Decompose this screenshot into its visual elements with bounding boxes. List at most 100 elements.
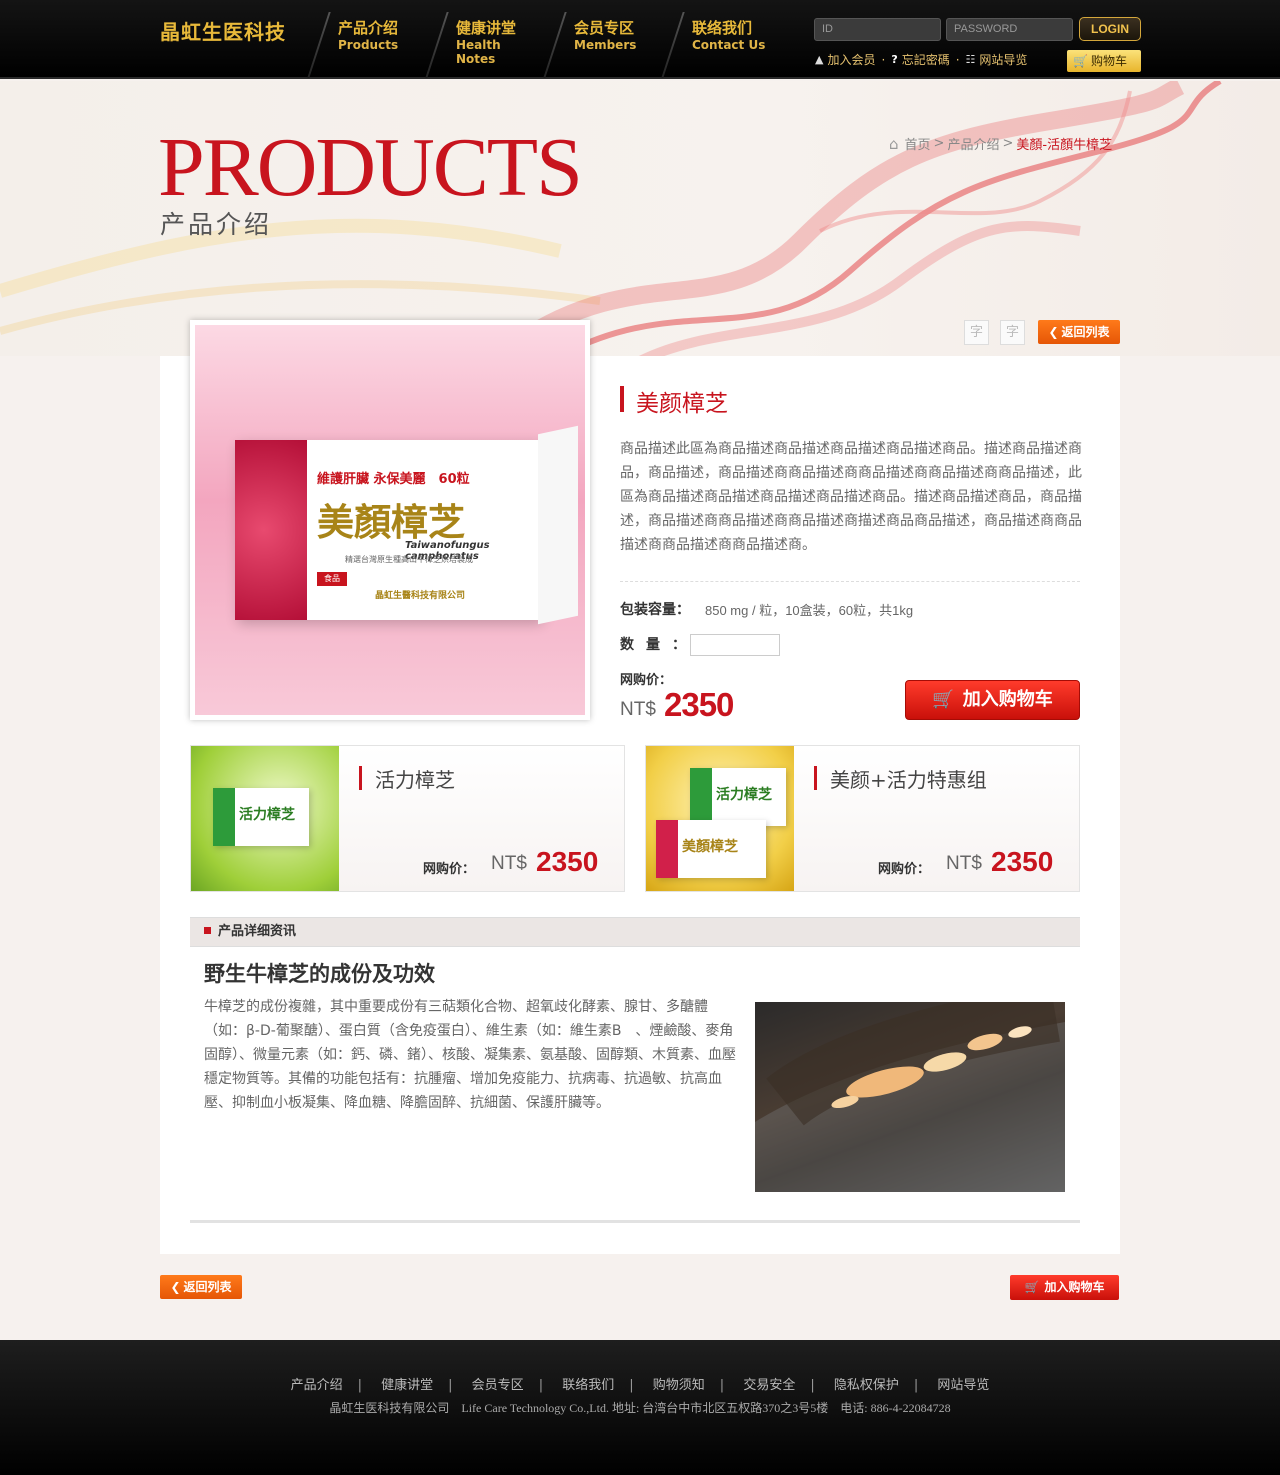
nav-item-contact[interactable]: 联络我们 Contact Us xyxy=(662,0,780,79)
sitemap-link[interactable]: ☷ 网站导览 xyxy=(966,51,1028,68)
price-currency: NT$ xyxy=(620,699,656,720)
quantity-label: 数量： xyxy=(620,637,698,653)
cart-label: 购物车 xyxy=(1090,54,1127,68)
page-banner: PRODUCTS 产品介绍 ⌂ 首页 > 产品介绍 > 美顏-活顏牛樟芝 xyxy=(0,81,1280,356)
footer-separator: | xyxy=(357,1378,362,1393)
page-subtitle: 产品介绍 xyxy=(160,210,273,239)
box-food-badge: 食品 xyxy=(317,572,347,586)
mini-box: 活力樟芝 xyxy=(690,768,786,826)
title-accent-bar xyxy=(620,386,624,412)
box-product-name: 美顏樟芝 xyxy=(317,500,465,544)
nav-label-en: Health Notes xyxy=(456,38,501,66)
nav-label-zh: 联络我们 xyxy=(692,19,753,37)
font-size-decrease-button[interactable]: 字 xyxy=(964,320,989,345)
footer-link[interactable]: 网站导览 xyxy=(937,1374,989,1393)
add-to-cart-label: 加入购物车 xyxy=(1044,1280,1105,1294)
add-to-cart-button-bottom[interactable]: 🛒 加入购物车 xyxy=(1010,1275,1119,1300)
related-price-label: 网购价： xyxy=(423,862,476,877)
cart-icon: 🛒 xyxy=(932,689,955,710)
back-to-list-label: 返回列表 xyxy=(183,1280,232,1294)
price-value: 2350 xyxy=(664,686,734,723)
site-footer: 产品介绍 | 健康讲堂 | 会员专区 | 联络我们 | 购物须知 | 交易安全 | 隐私权保… xyxy=(0,1340,1280,1475)
spec-value: 850 mg / 粒，10盒装，60粒，共1kg xyxy=(705,603,914,618)
cart-icon: 🛒 xyxy=(1024,1280,1040,1294)
join-member-label: 加入会员 xyxy=(827,53,876,67)
site-logo[interactable]: 晶虹生医科技 xyxy=(160,16,286,45)
breadcrumb-category[interactable]: 产品介绍 xyxy=(947,134,999,153)
related-product-image: 活力樟芝 xyxy=(191,746,339,891)
title-accent-bar xyxy=(814,766,817,790)
rose-pattern xyxy=(235,440,307,620)
box-company: 晶虹生醫科技有限公司 xyxy=(375,591,466,601)
login-id-field[interactable]: ID xyxy=(814,18,941,41)
product-box-image: 維護肝臟 永保美麗 60粒 美顏樟芝 Taiwanofungus camphor… xyxy=(235,425,578,625)
related-price-currency: NT$ xyxy=(491,853,527,874)
breadcrumb: ⌂ 首页 > 产品介绍 > 美顏-活顏牛樟芝 xyxy=(889,134,1113,154)
nav-label-zh: 产品介绍 xyxy=(338,19,399,37)
title-accent-bar xyxy=(359,766,362,790)
back-to-list-button[interactable]: ❮ 返回列表 xyxy=(1038,320,1120,344)
footer-separator: | xyxy=(448,1378,453,1393)
detail-heading: 野生牛樟芝的成份及功效 xyxy=(204,961,435,986)
cart-button[interactable]: 🛒 购物车 xyxy=(1067,50,1141,72)
footer-link[interactable]: 健康讲堂 xyxy=(381,1374,433,1393)
box-side xyxy=(538,425,578,625)
footer-link[interactable]: 购物须知 xyxy=(653,1374,705,1393)
footer-separator: | xyxy=(810,1378,815,1393)
footer-separator: | xyxy=(629,1378,634,1393)
nav-item-products[interactable]: 产品介绍 Products xyxy=(308,0,426,79)
footer-link[interactable]: 联络我们 xyxy=(562,1374,614,1393)
divider xyxy=(620,581,1080,582)
breadcrumb-current: 美顏-活顏牛樟芝 xyxy=(1016,138,1113,153)
antrodia-illustration xyxy=(755,1002,1065,1192)
related-price-value: 2350 xyxy=(536,846,599,877)
related-product-card[interactable]: 活力樟芝 活力樟芝 网购价： NT$ 2350 xyxy=(190,745,625,892)
mini-box-text: 活力樟芝 xyxy=(239,807,295,823)
box-count: 60粒 xyxy=(438,472,470,487)
square-bullet-icon xyxy=(204,927,211,934)
nav-label-en: Members xyxy=(574,38,637,52)
font-size-increase-button[interactable]: 字 xyxy=(1000,320,1025,345)
related-product-name: 活力樟芝 xyxy=(375,768,455,792)
mini-box-text: 活力樟芝 xyxy=(716,787,772,803)
footer-link[interactable]: 隐私权保护 xyxy=(834,1374,899,1393)
nav-item-members[interactable]: 会员专区 Members xyxy=(544,0,662,79)
footer-link[interactable]: 产品介绍 xyxy=(291,1374,343,1393)
nav-label-zh: 会员专区 xyxy=(574,19,635,37)
login-button[interactable]: LOGIN xyxy=(1079,17,1141,41)
product-description: 商品描述此區為商品描述商品描述商品描述商品描述商品。描述商品描述商品，商品描述，… xyxy=(620,441,1082,553)
antrodia-photo xyxy=(755,1002,1065,1192)
breadcrumb-separator: > xyxy=(1002,136,1014,151)
footer-link[interactable]: 交易安全 xyxy=(743,1374,795,1393)
nav-label-en: Contact Us xyxy=(692,38,766,52)
footer-separator: | xyxy=(538,1378,544,1393)
product-title: 美颜樟芝 xyxy=(636,391,728,417)
spec-label: 包装容量： xyxy=(620,602,690,618)
quantity-input[interactable] xyxy=(690,634,780,656)
breadcrumb-separator: > xyxy=(933,136,945,151)
home-icon[interactable]: ⌂ xyxy=(889,135,899,153)
footer-link[interactable]: 会员专区 xyxy=(472,1374,524,1393)
breadcrumb-home[interactable]: 首页 xyxy=(905,134,931,153)
related-product-card[interactable]: 活力樟芝 美顏樟芝 美颜+活力特惠组 网购价： NT$ 2350 xyxy=(645,745,1080,892)
back-to-list-button-bottom[interactable]: ❮ 返回列表 xyxy=(160,1275,242,1299)
join-member-link[interactable]: ▲ 加入会员 xyxy=(815,51,885,68)
footer-links: 产品介绍 | 健康讲堂 | 会员专区 | 联络我们 | 购物须知 | 交易安全 | 隐私权保… xyxy=(0,1374,1280,1393)
detail-section-title: 产品详细资讯 xyxy=(218,924,297,939)
forgot-password-label: 忘記密碼 xyxy=(901,53,950,67)
login-password-field[interactable]: PASSWORD xyxy=(946,18,1073,41)
footer-separator: | xyxy=(913,1378,919,1393)
chevron-left-icon: ❮ xyxy=(1048,325,1059,339)
user-lock-icon: ▲ xyxy=(815,53,824,66)
divider xyxy=(190,1220,1080,1223)
add-to-cart-button[interactable]: 🛒 加入购物车 xyxy=(905,680,1080,720)
question-icon: ? xyxy=(891,53,898,66)
detail-section-header: 产品详细资讯 xyxy=(190,917,1080,947)
mini-box: 活力樟芝 xyxy=(213,788,309,846)
nav-item-health-notes[interactable]: 健康讲堂 Health Notes xyxy=(426,0,544,79)
site-header: 晶虹生医科技 产品介绍 Products 健康讲堂 Health Notes 会… xyxy=(0,0,1280,79)
sitemap-label: 网站导览 xyxy=(979,53,1028,67)
related-product-image: 活力樟芝 美顏樟芝 xyxy=(646,746,794,891)
forgot-password-link[interactable]: ? 忘記密碼 xyxy=(891,51,959,68)
chevron-left-icon: ❮ xyxy=(170,1280,181,1294)
